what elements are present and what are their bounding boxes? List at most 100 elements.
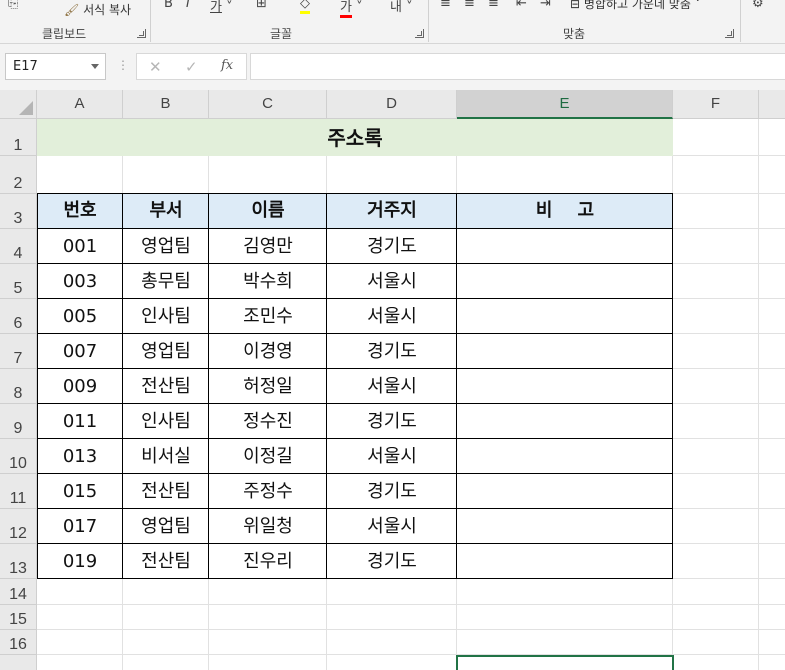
row-header[interactable]: 2 (0, 156, 37, 194)
table-cell[interactable]: 인사팀 (123, 299, 209, 334)
table-cell[interactable]: 영업팀 (123, 229, 209, 264)
column-header-d[interactable]: D (327, 90, 457, 119)
underline-icon[interactable]: 가 ˅ (210, 0, 233, 15)
paste-options-icon[interactable]: ⎘ ˅ (8, 0, 29, 11)
table-cell[interactable]: 서울시 (327, 264, 457, 299)
table-cell[interactable]: 007 (37, 334, 123, 369)
column-header-e[interactable]: E (457, 90, 673, 119)
bold-icon[interactable]: B (164, 0, 173, 11)
table-cell[interactable]: 조민수 (209, 299, 327, 334)
table-cell[interactable]: 허정일 (209, 369, 327, 404)
sheet-title-cell[interactable]: 주소록 (37, 119, 673, 156)
worksheet-grid[interactable]: A B C D E F 1 2 3 4 5 6 7 8 9 10 11 12 1… (0, 90, 785, 670)
row-header[interactable]: 4 (0, 229, 37, 264)
table-cell[interactable]: 정수진 (209, 404, 327, 439)
table-cell[interactable]: 진우리 (209, 544, 327, 579)
row-header[interactable]: 13 (0, 544, 37, 579)
row-header[interactable]: 7 (0, 334, 37, 369)
header-cell-name[interactable]: 이름 (209, 194, 327, 229)
row-header[interactable]: 14 (0, 579, 37, 605)
table-cell[interactable]: 전산팀 (123, 544, 209, 579)
table-cell[interactable]: 005 (37, 299, 123, 334)
table-cell[interactable]: 015 (37, 474, 123, 509)
insert-function-icon[interactable]: fx (221, 58, 233, 73)
chevron-down-icon[interactable] (91, 64, 99, 69)
row-header[interactable]: 1 (0, 119, 37, 156)
font-launcher-icon[interactable] (415, 29, 424, 38)
table-cell[interactable]: 김영만 (209, 229, 327, 264)
table-cell[interactable]: 서울시 (327, 509, 457, 544)
table-cell[interactable]: 003 (37, 264, 123, 299)
border-icon[interactable]: ⊞ ˅ (256, 0, 278, 11)
table-cell[interactable]: 전산팀 (123, 369, 209, 404)
row-header[interactable]: 15 (0, 605, 37, 630)
clipboard-launcher-icon[interactable] (137, 29, 146, 38)
header-cell-department[interactable]: 부서 (123, 194, 209, 229)
fill-color-icon[interactable]: ◇ ˅ (300, 0, 321, 14)
enter-icon[interactable]: ✓ (185, 58, 198, 76)
active-cell-e17[interactable] (456, 655, 674, 670)
table-cell[interactable]: 영업팀 (123, 509, 209, 544)
table-cell[interactable] (457, 474, 673, 509)
header-cell-remarks[interactable]: 비 고 (457, 194, 673, 229)
table-cell[interactable]: 경기도 (327, 229, 457, 264)
table-cell[interactable]: 비서실 (123, 439, 209, 474)
table-cell[interactable]: 경기도 (327, 474, 457, 509)
table-cell[interactable]: 서울시 (327, 299, 457, 334)
table-cell[interactable]: 서울시 (327, 369, 457, 404)
table-cell[interactable]: 017 (37, 509, 123, 544)
header-cell-residence[interactable]: 거주지 (327, 194, 457, 229)
table-cell[interactable] (457, 509, 673, 544)
table-cell[interactable]: 이정길 (209, 439, 327, 474)
table-cell[interactable]: 서울시 (327, 439, 457, 474)
table-cell[interactable] (457, 229, 673, 264)
table-cell[interactable] (457, 439, 673, 474)
row-header[interactable]: 16 (0, 630, 37, 655)
align-right-icon[interactable]: ≡ (488, 0, 499, 11)
phonetic-icon[interactable]: 내 ˅ (390, 0, 413, 15)
table-cell[interactable]: 박수희 (209, 264, 327, 299)
font-color-icon[interactable]: 가 ˅ (340, 0, 363, 18)
table-cell[interactable] (457, 369, 673, 404)
row-header[interactable]: 5 (0, 264, 37, 299)
alignment-launcher-icon[interactable] (725, 29, 734, 38)
table-cell[interactable]: 주정수 (209, 474, 327, 509)
row-header[interactable]: 6 (0, 299, 37, 334)
table-cell[interactable]: 인사팀 (123, 404, 209, 439)
table-cell[interactable]: 이경영 (209, 334, 327, 369)
name-box[interactable]: E17 (5, 53, 106, 80)
column-header-b[interactable]: B (123, 90, 209, 119)
align-left-icon[interactable]: ≡ (440, 0, 451, 11)
table-cell[interactable]: 총무팀 (123, 264, 209, 299)
row-header[interactable]: 12 (0, 509, 37, 544)
table-cell[interactable] (457, 299, 673, 334)
row-header[interactable]: 3 (0, 194, 37, 229)
table-cell[interactable]: 경기도 (327, 334, 457, 369)
table-cell[interactable] (457, 544, 673, 579)
increase-indent-icon[interactable]: ⇥ (540, 0, 551, 11)
table-cell[interactable]: 011 (37, 404, 123, 439)
table-cell[interactable]: 전산팀 (123, 474, 209, 509)
row-header[interactable]: 8 (0, 369, 37, 404)
table-cell[interactable] (457, 404, 673, 439)
table-cell[interactable] (457, 264, 673, 299)
italic-icon[interactable]: I (186, 0, 190, 11)
table-cell[interactable] (457, 334, 673, 369)
row-header[interactable]: 17 (0, 655, 37, 670)
row-header[interactable]: 9 (0, 404, 37, 439)
table-cell[interactable]: 위일청 (209, 509, 327, 544)
formula-input[interactable] (250, 53, 785, 80)
table-cell[interactable]: 019 (37, 544, 123, 579)
row-header[interactable]: 10 (0, 439, 37, 474)
select-all-button[interactable] (0, 90, 37, 119)
more-options-icon[interactable]: ⋮ (117, 58, 129, 72)
table-cell[interactable]: 009 (37, 369, 123, 404)
row-header[interactable]: 11 (0, 474, 37, 509)
table-cell[interactable]: 영업팀 (123, 334, 209, 369)
format-painter-button[interactable]: 🖌 서식 복사 (64, 1, 131, 18)
table-cell[interactable]: 경기도 (327, 544, 457, 579)
cancel-icon[interactable]: ✕ (149, 58, 162, 76)
number-format-icon[interactable]: ⚙ ˅ (752, 0, 774, 11)
align-center-icon[interactable]: ≡ (464, 0, 475, 11)
column-header-a[interactable]: A (37, 90, 123, 119)
